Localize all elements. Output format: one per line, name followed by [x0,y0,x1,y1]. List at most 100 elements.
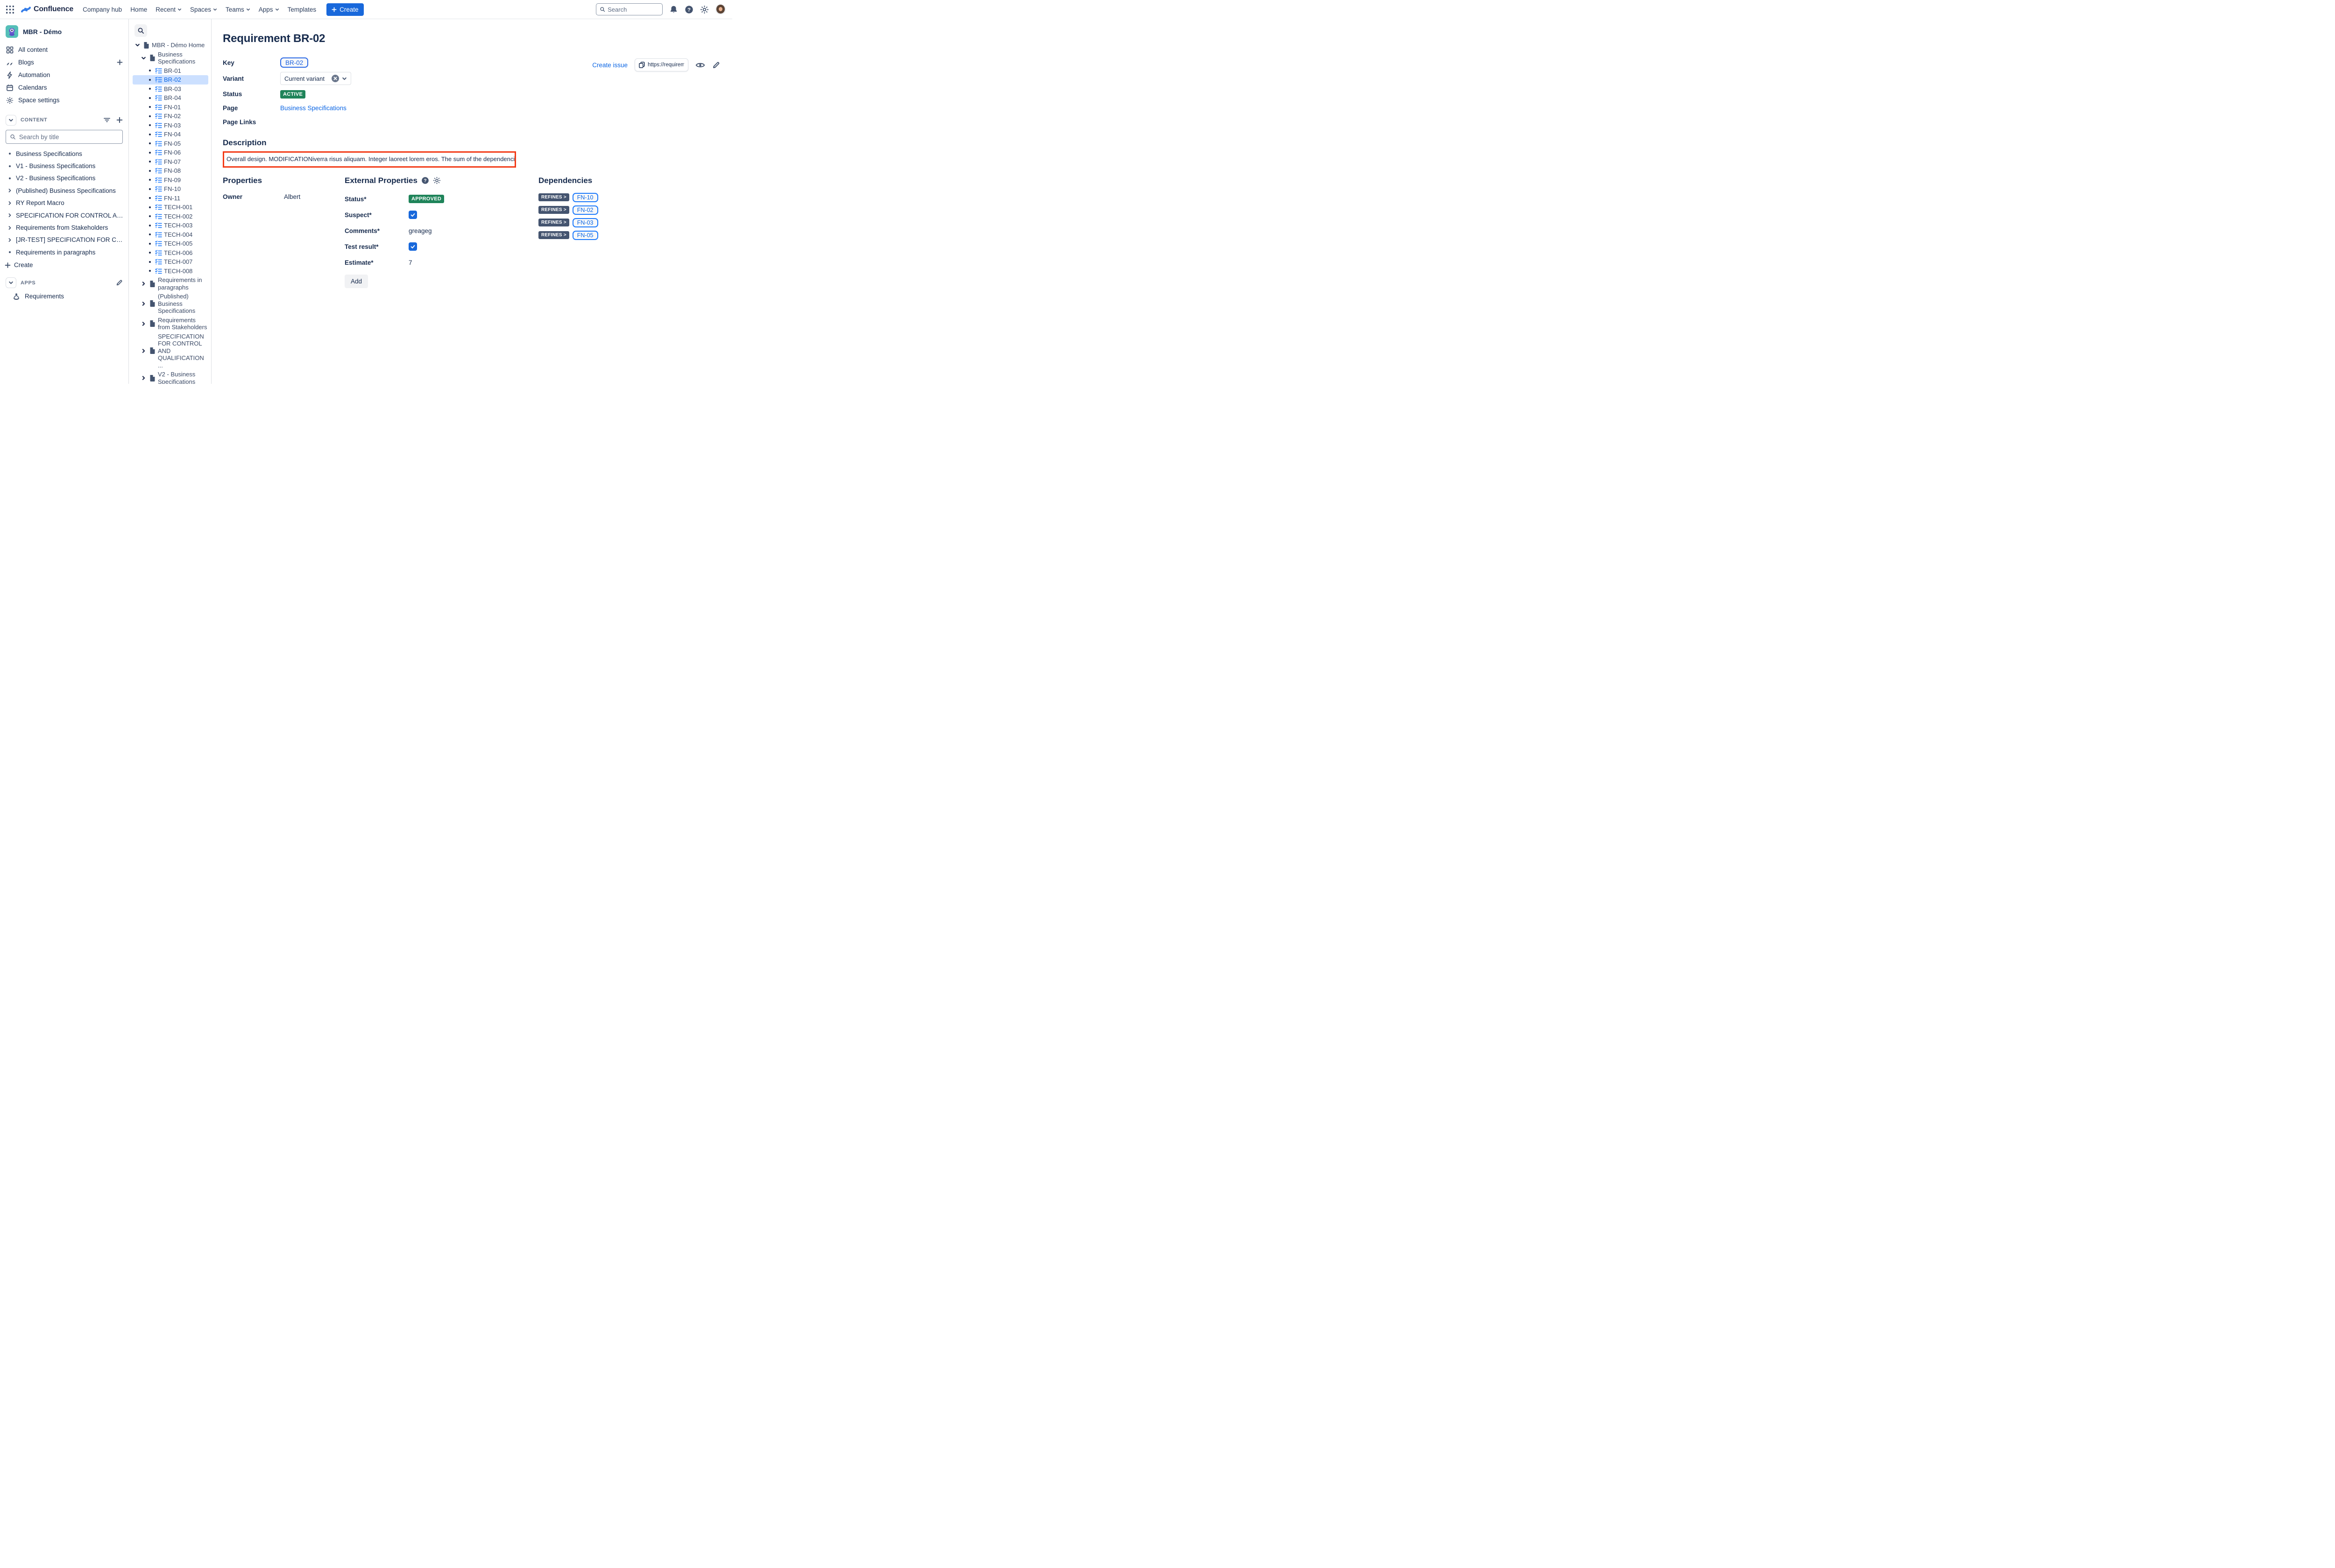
sidebar-create-item[interactable]: Create [0,259,128,271]
add-blog-icon[interactable] [117,59,123,65]
tree-item[interactable]: FN-07 [133,157,208,167]
add-content-icon[interactable] [116,117,123,123]
global-search-input[interactable] [608,6,659,13]
content-list-item[interactable]: [JR-TEST] SPECIFICATION FOR CONTROL A... [0,234,128,246]
create-button[interactable]: Create [326,3,364,16]
tree-item-label: FN-03 [164,121,181,129]
dependency-target-chip[interactable]: FN-03 [572,218,598,227]
topnav-menu-item[interactable]: Recent [156,6,182,13]
global-search[interactable] [596,3,663,15]
user-avatar[interactable] [715,4,726,14]
tree-item[interactable]: V2 - Business Specifications [133,370,208,384]
topnav-menu-item[interactable]: Home [130,6,147,13]
tree-item[interactable]: BR-02 [133,75,208,85]
dependency-target-chip[interactable]: FN-02 [572,205,598,215]
content-list-item[interactable]: Requirements in paragraphs [0,246,128,258]
sidebar-nav-item[interactable]: Calendars [0,81,128,94]
collapse-content-icon[interactable] [6,114,16,126]
content-list-item[interactable]: V1 - Business Specifications [0,160,128,172]
configure-gear-icon[interactable] [433,177,441,184]
content-list-item[interactable]: Requirements from Stakeholders [0,221,128,233]
dependency-target-chip[interactable]: FN-05 [572,230,598,240]
space-header[interactable]: MBR - Démo [0,23,128,43]
requirement-key-chip[interactable]: BR-02 [280,57,309,68]
sidebar-nav-item[interactable]: Automation [0,69,128,81]
tree-search-button[interactable] [134,24,147,37]
watch-eye-icon[interactable] [695,62,705,69]
tree-item[interactable]: Requirements in paragraphs [133,275,208,292]
tree-item-label: Requirements in paragraphs [158,276,202,291]
tree-item[interactable]: BR-01 [133,66,208,76]
tree-item[interactable]: TECH-004 [133,230,208,240]
topnav-menu-item[interactable]: Company hub [83,6,122,13]
collapse-apps-icon[interactable] [6,277,16,289]
bullet-icon [149,206,151,208]
content-list-item[interactable]: RY Report Macro [0,197,128,209]
tree-item[interactable]: TECH-002 [133,212,208,221]
content-list-item[interactable]: Business Specifications [0,148,128,160]
tree-item[interactable]: TECH-001 [133,203,208,212]
tree-item[interactable]: FN-04 [133,130,208,139]
sidebar-nav-item[interactable]: Blogs [0,56,128,69]
sidebar-nav-item[interactable]: All content [0,43,128,56]
variant-select[interactable]: Current variant [280,72,351,85]
chevron-right-icon [8,238,11,242]
edit-apps-pencil-icon[interactable] [116,279,123,286]
description-heading: Description [223,138,267,147]
content-list-item[interactable]: V2 - Business Specifications [0,172,128,184]
tree-item[interactable]: TECH-003 [133,221,208,230]
topnav-menu-item[interactable]: Templates [288,6,317,13]
tree-item[interactable]: TECH-007 [133,257,208,267]
tree-item[interactable]: SPECIFICATION FOR CONTROL AND QUALIFICAT… [133,332,208,370]
filter-icon[interactable] [103,116,111,124]
page-link[interactable]: Business Specifications [280,105,347,112]
checkbox-checked[interactable] [409,242,417,251]
notifications-bell-icon[interactable] [669,5,678,14]
content-list-item[interactable]: SPECIFICATION FOR CONTROL AND QUALIF... [0,209,128,221]
create-issue-link[interactable]: Create issue [592,62,628,69]
content-search-input[interactable] [19,133,119,141]
content-list-item[interactable]: (Published) Business Specifications [0,184,128,197]
tree-item[interactable]: BR-03 [133,85,208,94]
help-icon[interactable]: ? [685,5,693,14]
settings-gear-icon[interactable] [700,5,709,14]
content-search[interactable] [6,130,123,144]
tree-item[interactable]: FN-01 [133,103,208,112]
tree-item[interactable]: MBR - Démo Home [133,41,208,50]
tree-item[interactable]: TECH-005 [133,239,208,248]
clear-variant-icon[interactable] [332,75,339,82]
sidebar-nav-item[interactable]: Space settings [0,94,128,106]
tree-item[interactable]: TECH-006 [133,248,208,258]
app-switcher-icon[interactable] [6,5,14,14]
topnav-menu-item[interactable]: Apps [259,6,279,13]
tree-item[interactable]: FN-08 [133,166,208,176]
tree-item[interactable]: FN-05 [133,139,208,148]
checkbox-checked[interactable] [409,211,417,219]
tree-item[interactable]: FN-11 [133,194,208,203]
tree-item-label: FN-05 [164,140,181,147]
requirement-checklist-icon [155,268,162,274]
field-row: Status ACTIVE ACTIVE ACTIVE ACTIVE [223,89,719,99]
requirement-checklist-icon [155,250,162,256]
tree-item[interactable]: (Published) Business Specifications [133,292,208,316]
tree-item[interactable]: Requirements from Stakeholders [133,316,208,332]
share-url-box[interactable]: https://requirementyogi. [635,58,688,71]
tree-item[interactable]: Business Specifications [133,50,208,66]
help-icon[interactable]: ? [421,177,429,184]
chevron-right-icon [8,201,11,205]
edit-pencil-icon[interactable] [712,61,720,69]
dependency-target-chip[interactable]: FN-10 [572,192,598,202]
tree-item[interactable]: TECH-008 [133,267,208,276]
tree-item[interactable]: FN-02 [133,112,208,121]
topnav-menu-item[interactable]: Teams [226,6,250,13]
page-icon [150,280,155,287]
tree-item[interactable]: FN-03 [133,121,208,130]
tree-item[interactable]: FN-10 [133,184,208,194]
tree-item[interactable]: FN-06 [133,148,208,157]
tree-item[interactable]: BR-04 [133,93,208,103]
tree-item[interactable]: FN-09 [133,176,208,185]
topnav-menu-item[interactable]: Spaces [190,6,217,13]
add-property-button[interactable]: Add [345,274,368,288]
sidebar-app-item[interactable]: Requirements [0,290,128,303]
confluence-logo[interactable]: Confluence [21,5,73,14]
